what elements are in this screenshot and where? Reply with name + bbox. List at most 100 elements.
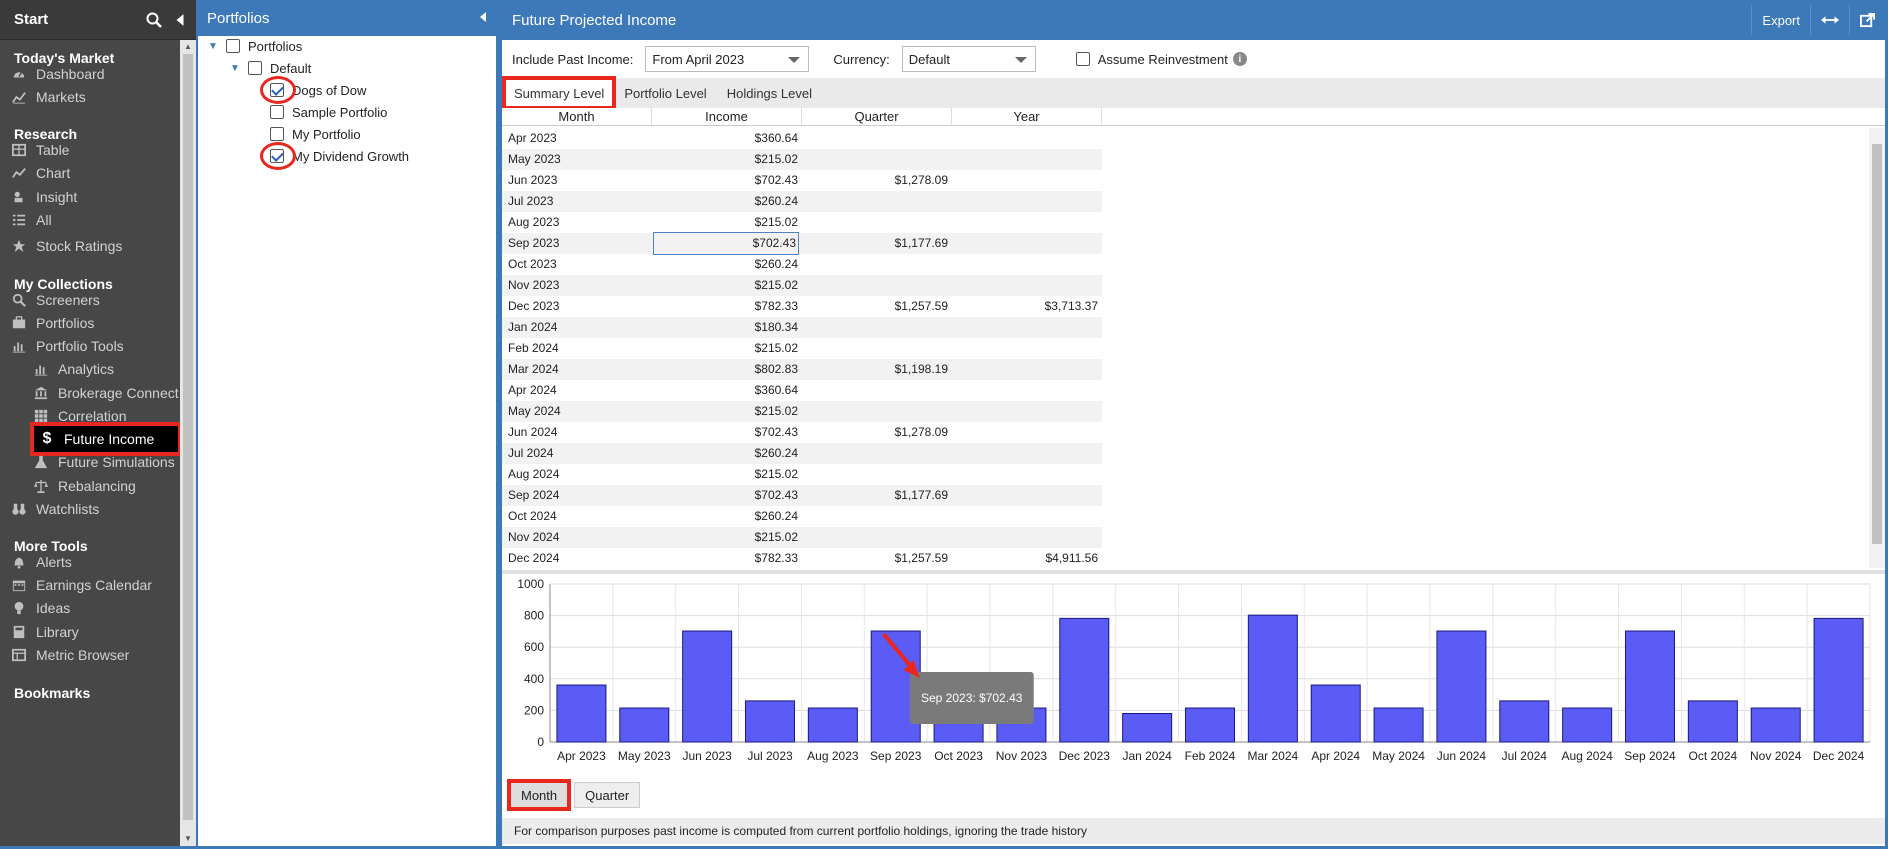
tab-portfolio-level[interactable]: Portfolio Level: [614, 78, 716, 108]
quarter-button[interactable]: Quarter: [574, 782, 641, 808]
table-cell[interactable]: $260.24: [654, 254, 798, 275]
table-cell[interactable]: [804, 254, 948, 275]
table-cell[interactable]: $782.33: [654, 296, 798, 317]
table-cell[interactable]: $215.02: [654, 464, 798, 485]
expand-icon[interactable]: ▼: [208, 41, 220, 52]
table-row[interactable]: Sep 2024 $702.43 $1,177.69: [502, 485, 1102, 506]
table-cell[interactable]: [954, 317, 1098, 338]
table-cell[interactable]: [804, 212, 948, 233]
column-header-month[interactable]: Month: [502, 108, 652, 126]
tree-node-default[interactable]: ▼ Default: [230, 58, 311, 78]
table-cell[interactable]: Jul 2024: [508, 443, 648, 464]
table-cell[interactable]: [804, 506, 948, 527]
chart-bar[interactable]: [1310, 684, 1361, 743]
table-cell[interactable]: $702.43: [654, 422, 798, 443]
table-cell[interactable]: $1,257.59: [804, 296, 948, 317]
chart-bar[interactable]: [1499, 700, 1550, 743]
table-cell[interactable]: $260.24: [654, 191, 798, 212]
table-cell[interactable]: [804, 338, 948, 359]
table-row[interactable]: Aug 2023 $215.02: [502, 212, 1102, 233]
table-row[interactable]: Jun 2023 $702.43 $1,278.09: [502, 170, 1102, 191]
tree-node-portfolios[interactable]: ▼ Portfolios: [208, 36, 302, 56]
table-cell[interactable]: [954, 464, 1098, 485]
table-cell[interactable]: $3,713.37: [954, 296, 1098, 317]
table-cell[interactable]: [954, 422, 1098, 443]
table-row[interactable]: Aug 2024 $215.02: [502, 464, 1102, 485]
table-cell[interactable]: $802.83: [654, 359, 798, 380]
table-row[interactable]: Jun 2024 $702.43 $1,278.09: [502, 422, 1102, 443]
splitter[interactable]: [502, 570, 1885, 574]
table-cell[interactable]: [954, 527, 1098, 548]
table-row[interactable]: Oct 2023 $260.24: [502, 254, 1102, 275]
table-row[interactable]: Nov 2023 $215.02: [502, 275, 1102, 296]
table-cell[interactable]: [954, 149, 1098, 170]
table-cell[interactable]: [954, 254, 1098, 275]
chart-bar[interactable]: [682, 630, 733, 743]
table-cell[interactable]: [804, 527, 948, 548]
chart-bar[interactable]: [1624, 630, 1676, 743]
chart-bar[interactable]: [1750, 707, 1801, 743]
export-button[interactable]: Export: [1751, 5, 1810, 35]
table-row[interactable]: Jan 2024 $180.34: [502, 317, 1102, 338]
table-row[interactable]: Dec 2024 $782.33 $1,257.59 $4,911.56: [502, 548, 1102, 569]
table-cell[interactable]: $260.24: [654, 506, 798, 527]
table-cell[interactable]: [954, 359, 1098, 380]
table-cell[interactable]: May 2024: [508, 401, 648, 422]
sidebar-item-future-simulations[interactable]: Future Simulations: [32, 449, 182, 475]
table-cell[interactable]: $215.02: [654, 338, 798, 359]
table-cell[interactable]: [804, 317, 948, 338]
table-cell[interactable]: [954, 485, 1098, 506]
chart-bar[interactable]: [1247, 614, 1298, 743]
chart-bar[interactable]: [744, 700, 796, 743]
chart-bar[interactable]: [1813, 617, 1864, 743]
table-cell[interactable]: $1,177.69: [804, 485, 948, 506]
chart-bar[interactable]: [1373, 707, 1424, 743]
open-new-window-icon[interactable]: [1849, 5, 1885, 35]
sidebar-item-metric-browser[interactable]: Metric Browser: [10, 642, 180, 668]
currency-select[interactable]: Default: [901, 46, 1036, 72]
table-cell[interactable]: [804, 275, 948, 296]
scroll-thumb[interactable]: [1872, 144, 1882, 544]
sidebar-item-analytics[interactable]: Analytics: [32, 356, 182, 382]
chart-bar[interactable]: [1562, 707, 1613, 743]
table-cell[interactable]: $1,198.19: [804, 359, 948, 380]
table-cell[interactable]: [804, 149, 948, 170]
table-cell[interactable]: [954, 506, 1098, 527]
tree-checkbox[interactable]: [270, 127, 284, 141]
tree-checkbox[interactable]: [226, 39, 240, 53]
table-cell[interactable]: $702.43: [654, 485, 798, 506]
table-cell[interactable]: Feb 2024: [508, 338, 648, 359]
tree-node-my-portfolio[interactable]: My Portfolio: [270, 124, 361, 144]
column-header-income[interactable]: Income: [652, 108, 802, 126]
sidebar-item-chart[interactable]: Chart: [10, 160, 180, 186]
table-row[interactable]: Mar 2024 $802.83 $1,198.19: [502, 359, 1102, 380]
table-cell[interactable]: [804, 128, 948, 149]
table-cell[interactable]: [954, 128, 1098, 149]
table-cell[interactable]: May 2023: [508, 149, 648, 170]
chart-bar[interactable]: [1687, 700, 1738, 743]
nav-scrollbar[interactable]: ▲ ▼: [180, 40, 196, 846]
table-cell[interactable]: Apr 2023: [508, 128, 648, 149]
tree-node-sample-portfolio[interactable]: Sample Portfolio: [270, 102, 387, 122]
table-cell[interactable]: Nov 2024: [508, 527, 648, 548]
column-header-year[interactable]: Year: [952, 108, 1102, 126]
expand-width-icon[interactable]: [1810, 5, 1849, 35]
table-cell[interactable]: $702.43: [653, 232, 799, 255]
month-button[interactable]: Month: [506, 779, 572, 811]
table-cell[interactable]: [804, 380, 948, 401]
table-cell[interactable]: Aug 2024: [508, 464, 648, 485]
reinvestment-checkbox[interactable]: [1075, 52, 1090, 66]
table-cell[interactable]: $215.02: [654, 527, 798, 548]
table-cell[interactable]: $215.02: [654, 149, 798, 170]
table-cell[interactable]: $1,177.69: [804, 233, 948, 254]
tab-summary-level[interactable]: Summary Level: [501, 76, 617, 110]
table-row[interactable]: Feb 2024 $215.02: [502, 338, 1102, 359]
table-cell[interactable]: $702.43: [654, 170, 798, 191]
table-cell[interactable]: $360.64: [654, 128, 798, 149]
table-cell[interactable]: [954, 338, 1098, 359]
table-cell[interactable]: Jul 2023: [508, 191, 648, 212]
chart-bar[interactable]: [1436, 630, 1487, 743]
collapse-left-icon[interactable]: [170, 10, 190, 30]
table-cell[interactable]: $215.02: [654, 275, 798, 296]
chart-bar[interactable]: [1184, 707, 1236, 743]
